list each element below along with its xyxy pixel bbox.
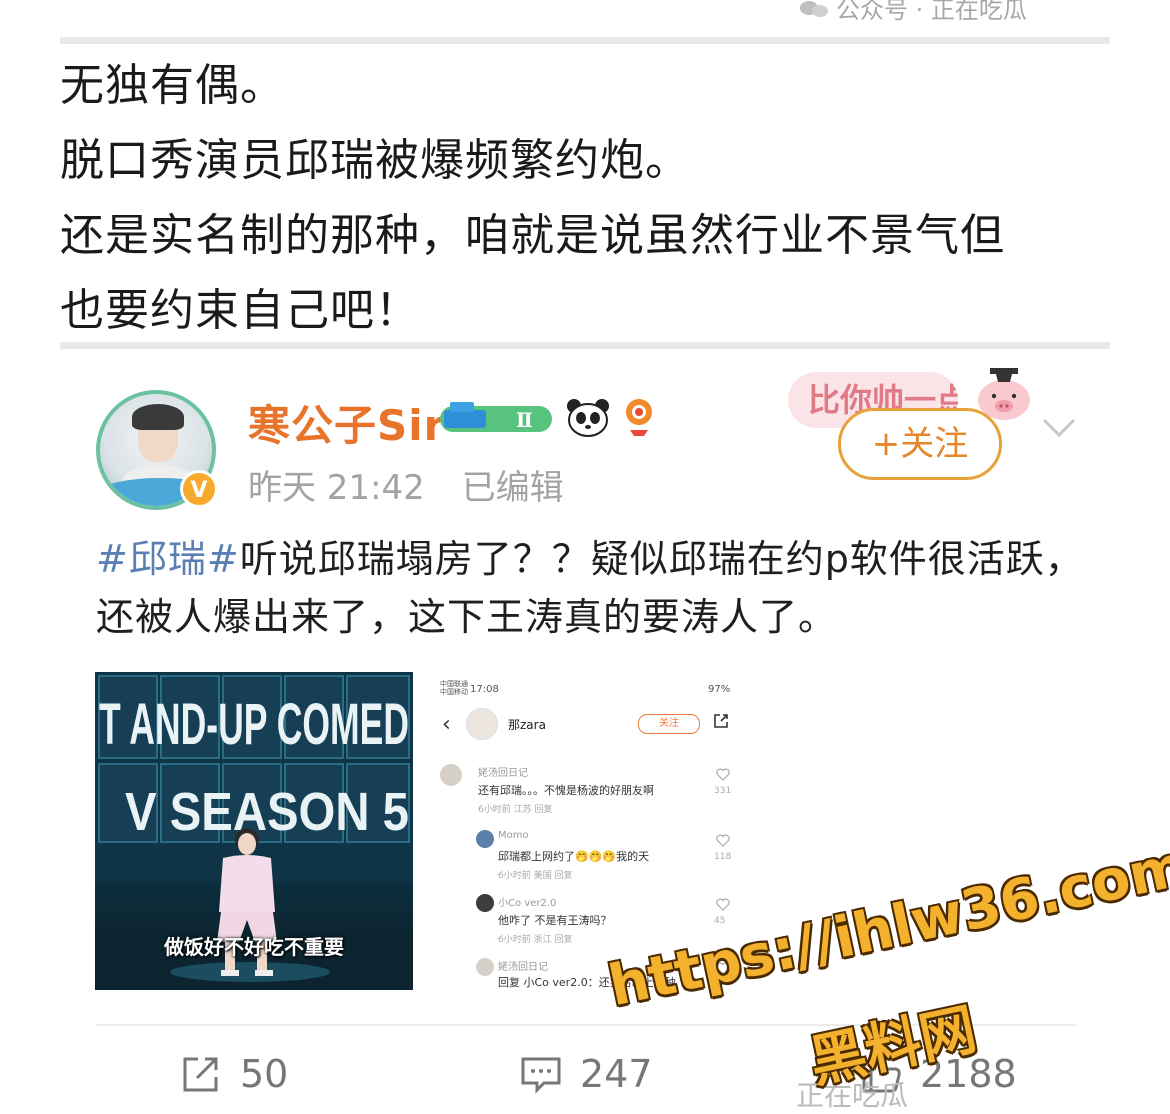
comment-author: Momo [498, 830, 529, 841]
heart-icon[interactable] [716, 898, 730, 911]
comment-meta: 6小时前 美国 回复 [498, 871, 573, 881]
intro-line: 还是实名制的那种，咱就是说虽然行业不景气但 [60, 210, 1005, 261]
comment-text: 还有邱瑞。。。不愧是杨波的好朋友啊 [478, 784, 654, 797]
comment-author: 小Co ver2.0 [498, 898, 557, 909]
edited-label: 已编辑 [461, 468, 564, 508]
heart-icon[interactable] [716, 962, 730, 975]
phone-carrier: 中国联通 中国移动 [440, 680, 468, 696]
post-body: #邱瑞#听说邱瑞塌房了？？疑似邱瑞在约p软件很活跃，还被人爆出来了，这下王涛真的… [96, 530, 1086, 646]
bottom-source-label: 正在吃瓜 [796, 1079, 909, 1112]
comment-likes: 45 [714, 916, 726, 926]
action-divider [96, 1024, 1076, 1026]
heart-icon[interactable] [716, 834, 730, 847]
comment-text: 邱瑞都上网约了🤭🤭🤭我的天 [498, 850, 650, 863]
intro-line: 无独有偶。 [60, 60, 285, 111]
divider-card [60, 342, 1110, 349]
hashtag-link[interactable]: #邱瑞# [96, 537, 240, 581]
level-badge-text: Ⅱ [516, 408, 533, 432]
top-strip: 公众号 · 正在吃瓜 [0, 0, 1170, 40]
follow-button[interactable]: +关注 [838, 408, 1002, 480]
panda-icon [567, 399, 609, 437]
source-label: 公众号 · 正在吃瓜 [800, 0, 1027, 25]
timestamp: 昨天 21:42 [248, 468, 425, 508]
phone-battery: 97% [708, 684, 731, 695]
username[interactable]: 寒公子Sir [248, 392, 445, 453]
comment-likes: 118 [714, 852, 732, 862]
action-bar: 50 247 2188 [60, 1052, 1110, 1096]
divider-top [60, 37, 1110, 44]
source-label-text: 公众号 · 正在吃瓜 [836, 0, 1027, 24]
comment-author: 姥汤回日记 [478, 768, 528, 779]
phone-follow-button[interactable]: 关注 [638, 714, 700, 734]
post-image-stage[interactable]: T AND-UP COMED V SEASON 5 做饭好不好吃不重要 [95, 672, 413, 990]
comment-text: 他咋了 不是有王涛吗？ [498, 914, 612, 927]
stage-subtitle: 做饭好不好吃不重要 [164, 935, 344, 959]
post-meta: 昨天 21:42 已编辑 [248, 460, 564, 509]
fan-badge-icon [626, 399, 652, 436]
comment-button[interactable]: 247 [520, 1052, 653, 1096]
comment-count: 247 [580, 1052, 653, 1096]
verified-v-icon: V [180, 470, 218, 508]
comment-author: 姥汤回日记 [498, 962, 548, 973]
like-count: 2188 [920, 1052, 1017, 1096]
repost-icon [183, 1057, 218, 1092]
post-image-phone[interactable]: 中国联通 中国移动 17:08 97% ‹ 那zara 关注 姥汤回日记 还有邱… [436, 672, 738, 990]
performer-figure [95, 828, 413, 990]
comment-likes: 331 [714, 786, 732, 796]
comment-icon [521, 1057, 561, 1094]
comment-meta: 6小时前 浙江 回复 [498, 935, 573, 945]
comment-text: 回复 小Co ver2.0：还实名制上那种 [498, 976, 676, 989]
post-text: 听说邱瑞塌房了？？疑似邱瑞在约p软件很活跃，还被人爆出来了，这下王涛真的要涛人了… [96, 537, 1084, 639]
wechat-icon [800, 0, 830, 19]
phone-profile-name: 那zara [508, 718, 546, 732]
avatar[interactable] [466, 708, 498, 740]
chevron-down-icon[interactable] [1040, 408, 1078, 446]
repost-count: 50 [240, 1052, 289, 1096]
repost-button[interactable]: 50 [180, 1052, 288, 1096]
stage-banner-top: T AND-UP COMED [99, 692, 409, 757]
comment-meta: 6小时前 江苏 回复 [478, 805, 553, 815]
level-badge-icon: Ⅱ [440, 402, 552, 432]
back-icon[interactable]: ‹ [442, 712, 451, 737]
phone-time: 17:08 [470, 684, 499, 695]
weibo-post-card: V 寒公子Sir Ⅱ 昨天 21:42 已编辑 比你帅一点 +关注 #邱瑞#听说 [60, 352, 1110, 1096]
heart-icon[interactable] [716, 768, 730, 781]
comment-likes: 70 [714, 978, 726, 988]
intro-text: 无独有偶。 脱口秀演员邱瑞被爆频繁约炮。 还是实名制的那种，咱就是说虽然行业不景… [60, 48, 1120, 348]
intro-line: 也要约束自己吧！ [60, 285, 420, 336]
share-icon[interactable] [712, 712, 730, 730]
intro-line: 脱口秀演员邱瑞被爆频繁约炮。 [60, 135, 690, 186]
